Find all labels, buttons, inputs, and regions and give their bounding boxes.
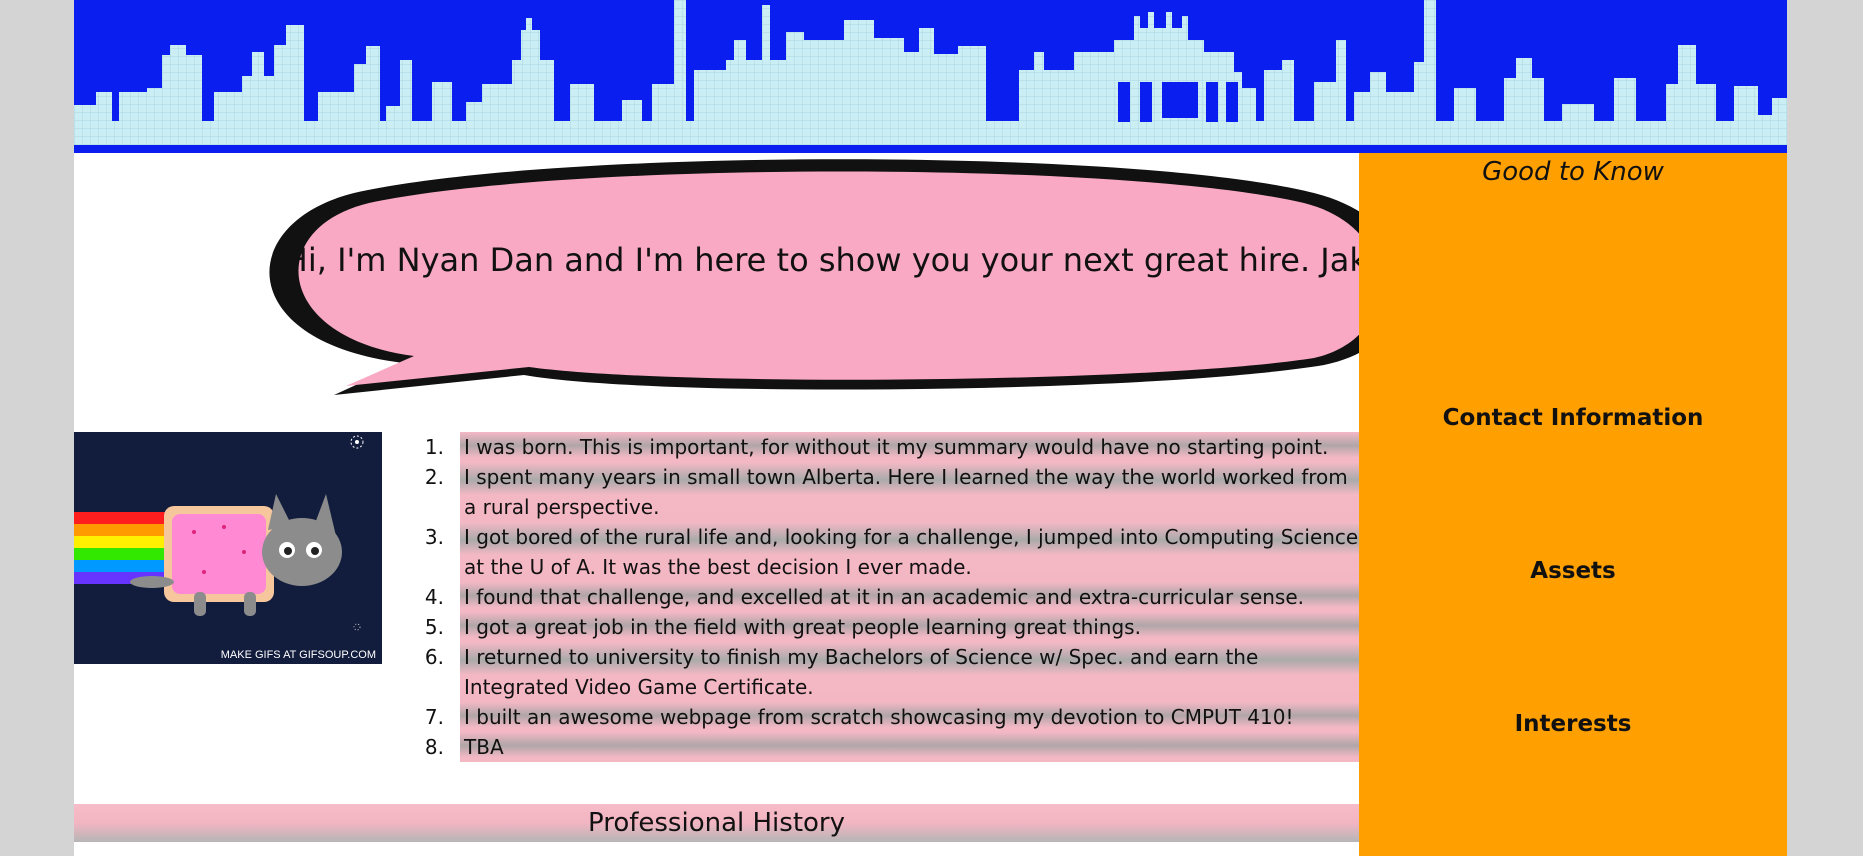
header-skyline-banner	[74, 0, 1787, 153]
speech-bubble: Hi, I'm Nyan Dan and I'm here to show yo…	[254, 153, 1434, 413]
professional-history-header: Professional History	[74, 804, 1359, 842]
speech-bubble-shape	[269, 159, 1406, 395]
list-number: 2.	[424, 465, 444, 489]
list-item: 3. I got bored of the rural life and, loo…	[422, 522, 1359, 582]
nyan-cat-image: MAKE GIFS AT GIFSOUP.COM	[74, 432, 382, 664]
list-item: 5. I got a great job in the field with gr…	[422, 612, 1359, 642]
list-item: 2. I spent many years in small town Alber…	[422, 462, 1359, 522]
nyan-cat-graphic	[74, 432, 382, 664]
sidebar-title: Good to Know	[1482, 157, 1664, 187]
image-caption: MAKE GIFS AT GIFSOUP.COM	[220, 649, 376, 661]
list-number: 1.	[424, 435, 444, 459]
list-number: 3.	[424, 525, 444, 549]
skyline-graphic	[74, 0, 1787, 153]
assets-link[interactable]: Assets	[1359, 558, 1787, 584]
list-item: 7. I built an awesome webpage from scratc…	[422, 702, 1359, 732]
summary-list-container: 1. I was born. This is important, for wit…	[422, 432, 1359, 762]
list-item: 1. I was born. This is important, for wit…	[422, 432, 1359, 462]
sidebar: Good to Know Contact Information Assets …	[1359, 153, 1787, 856]
list-item-text: I found that challenge, and excelled at …	[460, 582, 1359, 612]
list-item-text: I built an awesome webpage from scratch …	[460, 702, 1359, 732]
speech-bubble-text: Hi, I'm Nyan Dan and I'm here to show yo…	[283, 241, 1400, 279]
list-item-text: TBA	[460, 732, 1359, 762]
section-title: Professional History	[587, 808, 846, 838]
list-number: 7.	[424, 705, 444, 729]
list-number: 5.	[424, 615, 444, 639]
page: Hi, I'm Nyan Dan and I'm here to show yo…	[74, 0, 1787, 856]
interests-link[interactable]: Interests	[1359, 711, 1787, 737]
list-item-text: I got a great job in the field with grea…	[460, 612, 1359, 642]
list-number: 4.	[424, 585, 444, 609]
contact-information-link[interactable]: Contact Information	[1359, 405, 1787, 431]
list-item: 4. I found that challenge, and excelled a…	[422, 582, 1359, 612]
list-item-text: I returned to university to finish my Ba…	[460, 642, 1359, 702]
list-item: 8. TBA	[422, 732, 1359, 762]
main-content: Hi, I'm Nyan Dan and I'm here to show yo…	[74, 153, 1406, 856]
list-item-text: I got bored of the rural life and, looki…	[460, 522, 1359, 582]
list-item-text: I spent many years in small town Alberta…	[460, 462, 1359, 522]
list-item-text: I was born. This is important, for witho…	[460, 432, 1359, 462]
list-number: 8.	[424, 735, 444, 759]
summary-list: 1. I was born. This is important, for wit…	[422, 432, 1359, 762]
list-item: 6. I returned to university to finish my …	[422, 642, 1359, 702]
list-number: 6.	[424, 645, 444, 669]
